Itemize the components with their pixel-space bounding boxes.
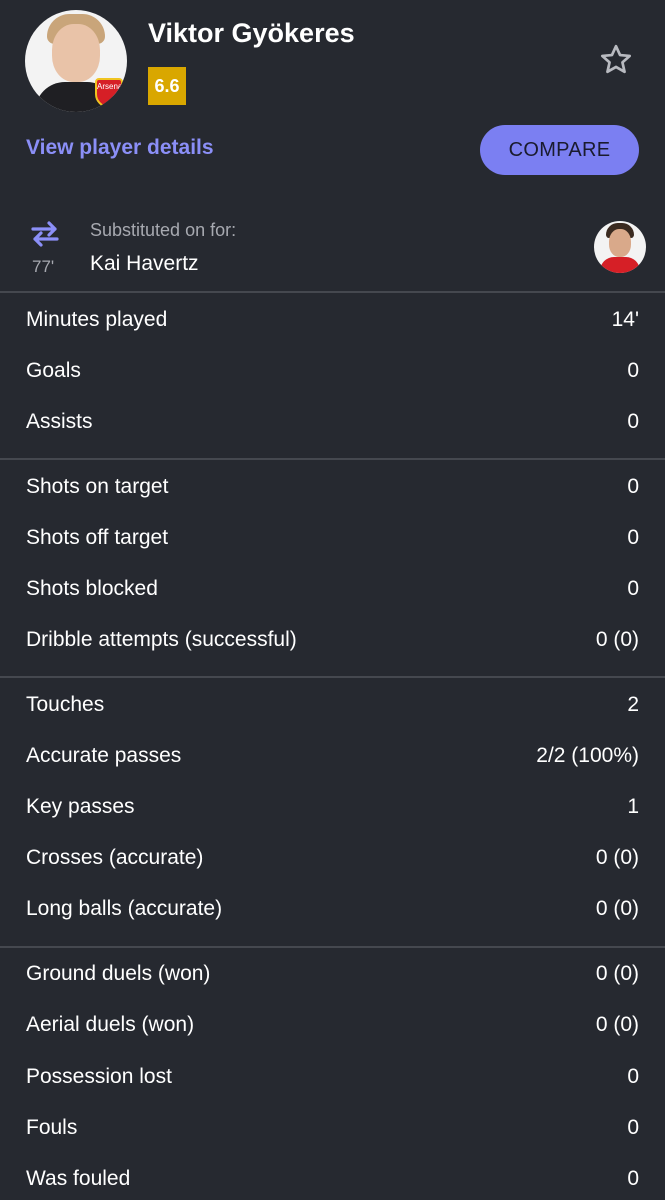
stat-row: Key passes 1 — [0, 787, 665, 827]
substituted-player-name[interactable]: Kai Havertz — [90, 252, 199, 276]
stat-row: Long balls (accurate) 0 (0) — [0, 889, 665, 929]
stat-value: 2/2 (100%) — [536, 744, 639, 767]
stat-label: Minutes played — [26, 308, 168, 331]
stat-row: Fouls 0 — [0, 1108, 665, 1148]
stat-row: Aerial duels (won) 0 (0) — [0, 1005, 665, 1045]
compare-button[interactable]: COMPARE — [480, 125, 639, 175]
stat-label: Ground duels (won) — [26, 962, 211, 985]
stat-label: Possession lost — [26, 1065, 172, 1088]
stat-label: Shots on target — [26, 475, 169, 498]
stat-value: 1 — [627, 795, 639, 818]
stat-label: Dribble attempts (successful) — [26, 628, 297, 651]
stat-row: Shots off target 0 — [0, 518, 665, 558]
stat-row: Minutes played 14' — [0, 300, 665, 340]
stat-value: 0 — [627, 359, 639, 382]
divider — [0, 676, 665, 678]
player-name: Viktor Gyökeres — [148, 18, 355, 48]
divider — [0, 291, 665, 293]
stat-label: Shots off target — [26, 526, 169, 549]
stat-row: Accurate passes 2/2 (100%) — [0, 736, 665, 776]
stat-value: 0 (0) — [595, 1013, 639, 1036]
player-avatar: Arsenal — [25, 10, 127, 112]
divider — [0, 946, 665, 948]
stat-label: Goals — [26, 359, 81, 382]
substitution-info: 77' Substituted on for: Kai Havertz — [0, 205, 665, 291]
stat-value: 0 — [627, 475, 639, 498]
stat-value: 0 — [627, 577, 639, 600]
stat-value: 0 — [627, 1065, 639, 1088]
stat-label: Touches — [26, 693, 105, 716]
stat-value: 0 (0) — [595, 962, 639, 985]
stat-row: Ground duels (won) 0 (0) — [0, 954, 665, 994]
star-outline-icon[interactable] — [598, 42, 634, 78]
stat-row: Assists 0 — [0, 402, 665, 442]
stat-value: 0 — [627, 410, 639, 433]
view-player-details-link[interactable]: View player details — [26, 136, 214, 160]
stat-label: Assists — [26, 410, 93, 433]
stat-row: Shots blocked 0 — [0, 569, 665, 609]
stat-row: Crosses (accurate) 0 (0) — [0, 838, 665, 878]
stat-label: Shots blocked — [26, 577, 158, 600]
rating-badge: 6.6 — [148, 67, 186, 105]
club-badge: Arsenal — [95, 78, 124, 108]
substitution-icon — [31, 221, 59, 247]
stat-value: 0 — [627, 1167, 639, 1190]
stat-row: Was fouled 0 — [0, 1159, 665, 1199]
stat-label: Crosses (accurate) — [26, 846, 204, 869]
stat-label: Key passes — [26, 795, 135, 818]
stat-value: 14' — [611, 308, 639, 331]
stat-label: Was fouled — [26, 1167, 131, 1190]
stat-row: Dribble attempts (successful) 0 (0) — [0, 620, 665, 660]
stat-label: Long balls (accurate) — [26, 897, 223, 920]
stat-label: Aerial duels (won) — [26, 1013, 195, 1036]
substitution-label: Substituted on for: — [90, 220, 237, 240]
stat-value: 0 — [627, 526, 639, 549]
stat-row: Shots on target 0 — [0, 467, 665, 507]
stat-row: Possession lost 0 — [0, 1057, 665, 1097]
stat-value: 0 (0) — [595, 628, 639, 651]
stat-label: Fouls — [26, 1116, 78, 1139]
stat-value: 0 (0) — [595, 897, 639, 920]
stat-value: 0 (0) — [595, 846, 639, 869]
stat-label: Accurate passes — [26, 744, 182, 767]
stat-row: Touches 2 — [0, 685, 665, 725]
substitution-minute: 77' — [32, 257, 55, 276]
substituted-player-avatar[interactable] — [594, 221, 646, 273]
stat-row: Goals 0 — [0, 351, 665, 391]
stat-value: 0 — [627, 1116, 639, 1139]
player-header: Arsenal Viktor Gyökeres 6.6 View player … — [0, 0, 665, 200]
stat-value: 2 — [627, 693, 639, 716]
divider — [0, 458, 665, 460]
